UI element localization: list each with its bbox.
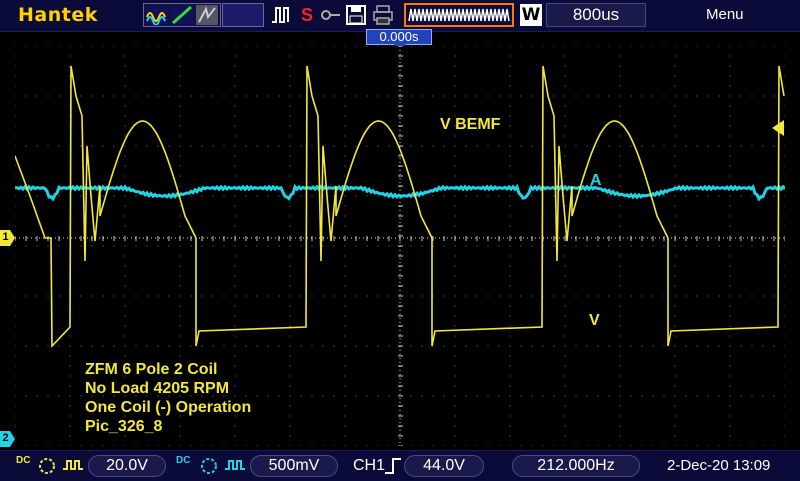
ch1-invert-icon[interactable] xyxy=(62,457,84,475)
ch1-marker-label: 1 xyxy=(2,231,9,243)
status-bar: DC 20.0V DC 500mV CH1 44.0V 212.000Hz 2-… xyxy=(0,450,800,481)
brand-logo: Hantek xyxy=(18,4,98,26)
trigger-position[interactable]: 0.000s xyxy=(366,29,432,45)
annotation-voltage: V xyxy=(589,312,600,329)
memory-depth-indicator[interactable] xyxy=(404,3,514,27)
note-line-1: ZFM 6 Pole 2 Coil xyxy=(85,361,218,378)
blank-indicator xyxy=(222,3,264,27)
trigger-level[interactable]: 44.0V xyxy=(404,455,484,477)
print-icon[interactable] xyxy=(372,4,394,26)
vector-mode-icon[interactable] xyxy=(171,5,193,25)
annotation-current: A xyxy=(590,172,602,189)
trigger-source[interactable]: CH1 xyxy=(353,455,385,477)
wave-mode-icon[interactable] xyxy=(146,5,168,25)
window-icon[interactable]: W xyxy=(520,4,542,26)
ch1-coupling[interactable]: DC xyxy=(16,455,31,466)
ch2-marker-label: 2 xyxy=(2,432,9,444)
save-icon[interactable] xyxy=(345,4,367,26)
timebase-value[interactable]: 800us xyxy=(546,3,646,27)
ch2-invert-icon[interactable] xyxy=(224,457,246,475)
frequency-readout: 212.000Hz xyxy=(512,455,640,477)
ch1-coupling-label: DC xyxy=(16,455,31,466)
waveform-memory-icon xyxy=(408,8,510,22)
ch1-scale[interactable]: 20.0V xyxy=(88,455,166,477)
ch1-bw-limit-icon[interactable] xyxy=(38,457,58,475)
ch2-bw-limit-icon[interactable] xyxy=(200,457,220,475)
datetime: 2-Dec-20 13:09 xyxy=(667,457,771,474)
note-line-3: One Coil (-) Operation xyxy=(85,399,252,416)
ch2-scale[interactable]: 500mV xyxy=(250,455,338,477)
annotation-bemf: V BEMF xyxy=(440,116,501,133)
trigger-edge-rising-icon[interactable] xyxy=(383,456,403,476)
note-line-4: Pic_326_8 xyxy=(85,418,163,435)
key-icon[interactable] xyxy=(320,4,342,26)
ch2-coupling[interactable]: DC xyxy=(176,455,191,466)
display-mode-group[interactable] xyxy=(143,3,221,27)
menu-button[interactable]: Menu xyxy=(706,6,744,23)
trigger-level-marker-icon[interactable] xyxy=(770,120,784,136)
ch2-coupling-label: DC xyxy=(176,455,191,466)
persist-mode-icon[interactable] xyxy=(196,5,218,25)
run-icon[interactable] xyxy=(270,4,292,26)
top-toolbar: Hantek S W 800us Menu xyxy=(0,0,800,32)
stop-indicator[interactable]: S xyxy=(297,3,317,27)
note-line-2: No Load 4205 RPM xyxy=(85,380,230,397)
